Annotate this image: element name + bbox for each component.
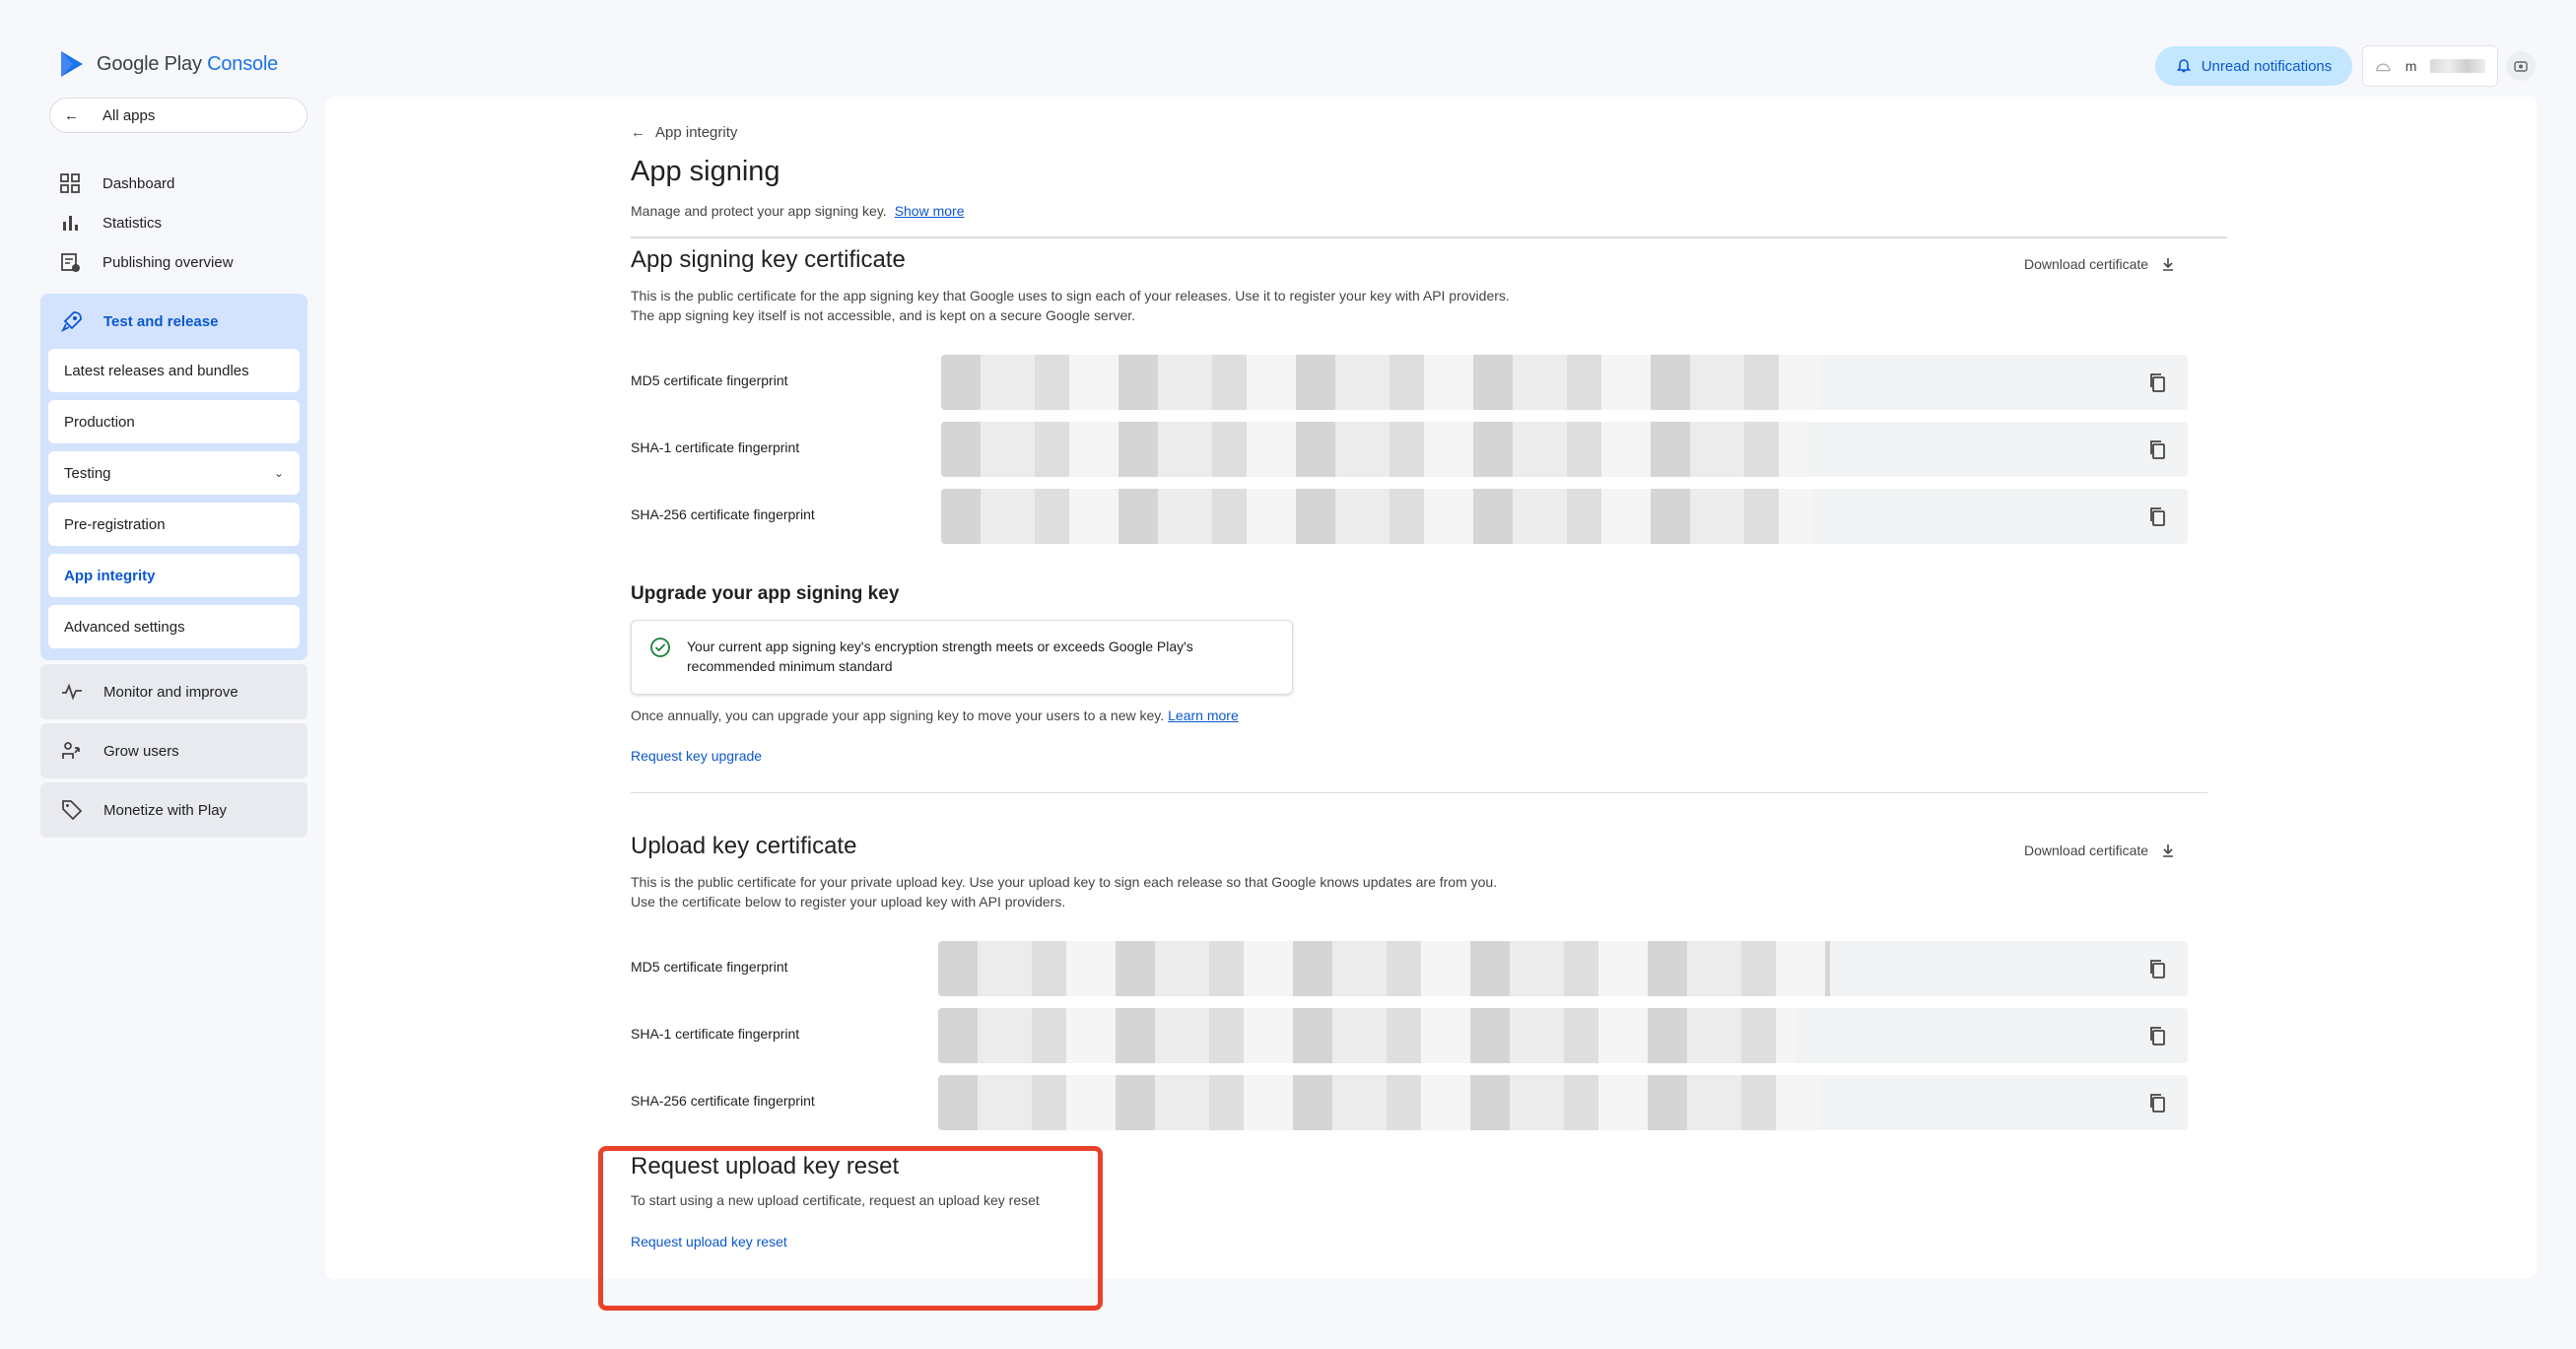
fingerprint-value xyxy=(941,422,2188,477)
divider xyxy=(631,236,2227,238)
app-signing-key-title: App signing key certificate xyxy=(631,246,906,273)
dashboard-icon xyxy=(60,173,80,193)
fingerprint-value xyxy=(938,1008,2188,1063)
fingerprint-row: SHA-1 certificate fingerprint xyxy=(631,422,2188,477)
download-app-signing-certificate[interactable]: Download certificate xyxy=(2024,256,2176,272)
page-description: Manage and protect your app signing key.… xyxy=(631,203,965,219)
all-apps-button[interactable]: ← All apps xyxy=(49,98,307,133)
sidebar-item-testing[interactable]: Testing ⌄ xyxy=(48,451,300,495)
page-title: App signing xyxy=(631,156,780,187)
check-circle-icon xyxy=(650,638,670,657)
download-upload-certificate[interactable]: Download certificate xyxy=(2024,843,2176,858)
copy-icon[interactable] xyxy=(2146,1024,2170,1047)
account-avatar[interactable] xyxy=(2506,51,2536,81)
unread-notifications-button[interactable]: Unread notifications xyxy=(2155,46,2352,86)
fingerprint-value xyxy=(941,355,2188,410)
request-key-upgrade-link[interactable]: Request key upgrade xyxy=(631,748,762,764)
sidebar-item-advanced-settings[interactable]: Advanced settings xyxy=(48,605,300,648)
fingerprint-row: SHA-1 certificate fingerprint xyxy=(631,1008,2188,1063)
arrow-back-icon: ← xyxy=(631,124,645,141)
app-switcher[interactable]: m xyxy=(2362,45,2498,87)
bar-chart-icon xyxy=(63,216,78,231)
fingerprint-row: MD5 certificate fingerprint xyxy=(631,941,2188,996)
chevron-down-icon: ⌄ xyxy=(273,466,284,480)
download-icon xyxy=(2163,258,2174,271)
play-console-logo[interactable]: Google Play Console xyxy=(59,49,278,79)
account-initial: m xyxy=(2405,58,2417,74)
divider xyxy=(631,792,2207,793)
sidebar-item-grow-users[interactable]: Grow users xyxy=(40,723,307,778)
copy-icon[interactable] xyxy=(2146,505,2170,528)
upgrade-key-title: Upgrade your app signing key xyxy=(631,583,900,604)
back-to-app-integrity[interactable]: ← App integrity xyxy=(631,124,737,141)
highlight-box xyxy=(598,1146,1103,1311)
learn-more-link[interactable]: Learn more xyxy=(1168,708,1239,723)
fingerprint-value xyxy=(938,941,2188,996)
upload-key-description: This is the public certificate for your … xyxy=(631,874,1498,910)
fingerprint-value xyxy=(941,489,2188,544)
sidebar-item-monitor-and-improve[interactable]: Monitor and improve xyxy=(40,664,307,719)
android-icon xyxy=(2376,63,2391,72)
show-more-link[interactable]: Show more xyxy=(895,203,965,219)
redacted-fingerprint xyxy=(941,355,1818,410)
redacted-fingerprint xyxy=(941,422,1808,477)
sidebar-item-statistics[interactable]: Statistics xyxy=(59,203,234,242)
sidebar-top-nav: Dashboard Statistics Publishing overview xyxy=(59,164,234,282)
redacted-fingerprint xyxy=(938,1008,1796,1063)
copy-icon[interactable] xyxy=(2146,957,2170,980)
redacted-app-name xyxy=(2430,59,2485,73)
publishing-icon xyxy=(61,253,80,272)
rocket-icon xyxy=(60,311,82,333)
sidebar-item-production[interactable]: Production xyxy=(48,400,300,443)
fingerprint-row: SHA-256 certificate fingerprint xyxy=(631,1075,2188,1130)
fingerprint-row: MD5 certificate fingerprint xyxy=(631,355,2188,410)
play-logo-icon xyxy=(61,51,83,77)
copy-icon[interactable] xyxy=(2146,371,2170,394)
sidebar-item-latest-releases[interactable]: Latest releases and bundles xyxy=(48,349,300,392)
copy-icon[interactable] xyxy=(2146,438,2170,461)
upload-key-title: Upload key certificate xyxy=(631,833,857,859)
account-icon xyxy=(2514,61,2528,72)
notification-bell-icon xyxy=(2176,59,2191,73)
fingerprint-row: SHA-256 certificate fingerprint xyxy=(631,489,2188,544)
sidebar-item-pre-registration[interactable]: Pre-registration xyxy=(48,503,300,546)
copy-icon[interactable] xyxy=(2146,1091,2170,1114)
encryption-strength-info: Your current app signing key's encryptio… xyxy=(631,620,1293,695)
sidebar-group-test-and-release: Test and release Latest releases and bun… xyxy=(40,294,307,660)
redacted-fingerprint xyxy=(938,941,1830,996)
pulse-icon xyxy=(62,683,82,701)
arrow-back-icon: ← xyxy=(64,106,79,124)
sidebar-item-test-and-release[interactable]: Test and release xyxy=(40,294,307,349)
upgrade-note: Once annually, you can upgrade your app … xyxy=(631,708,1239,723)
app-signing-description: This is the public certificate for the a… xyxy=(631,288,1510,323)
redacted-fingerprint xyxy=(938,1075,1820,1130)
sidebar-item-monetize[interactable]: Monetize with Play xyxy=(40,782,307,838)
main-panel: ← App integrity App signing Manage and p… xyxy=(325,97,2537,1279)
tag-icon xyxy=(62,800,83,821)
sidebar-item-dashboard[interactable]: Dashboard xyxy=(59,164,234,203)
redacted-fingerprint xyxy=(941,489,1813,544)
brand-name: Google Play Console xyxy=(97,52,279,75)
sidebar-item-publishing-overview[interactable]: Publishing overview xyxy=(59,242,234,282)
download-icon xyxy=(2163,844,2174,857)
grow-users-icon xyxy=(62,742,80,759)
fingerprint-value xyxy=(938,1075,2188,1130)
sidebar-item-app-integrity[interactable]: App integrity xyxy=(48,554,300,597)
